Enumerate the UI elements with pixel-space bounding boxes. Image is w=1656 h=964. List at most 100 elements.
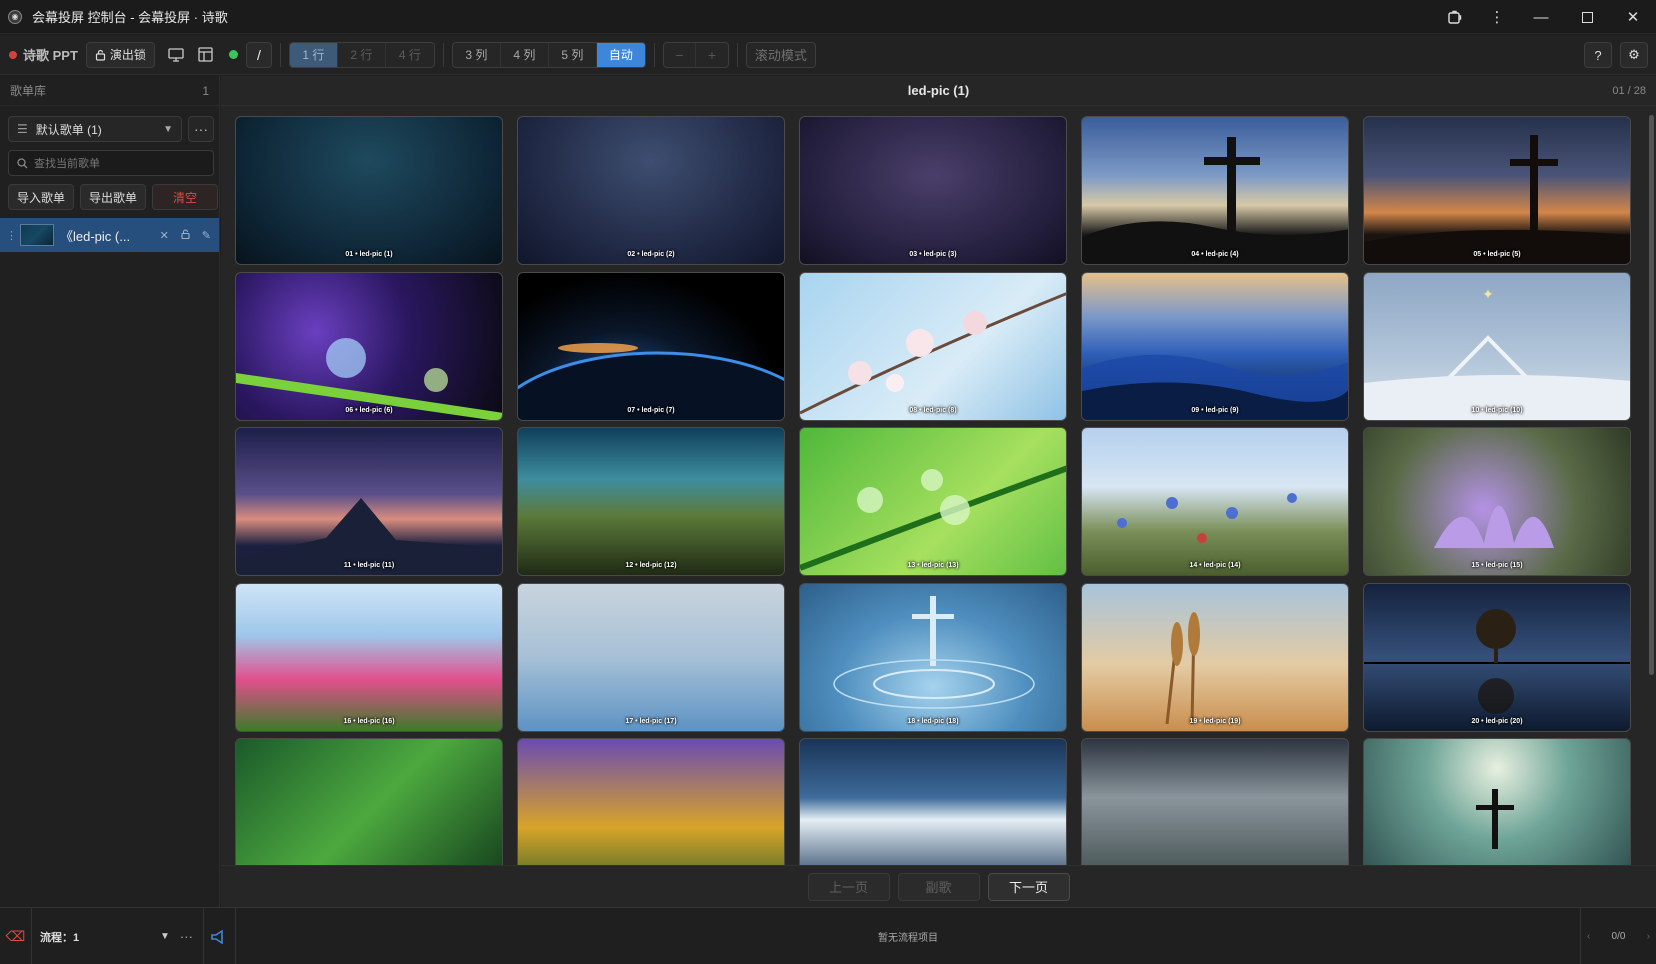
slide-thumbnail[interactable]: 02 • led-pic (2) [517,116,785,265]
slide-thumbnail[interactable]: 04 • led-pic (4) [1081,116,1349,265]
slide-thumbnail[interactable] [799,738,1067,865]
performance-lock-button[interactable]: 演出锁 [85,41,155,68]
lock-icon [95,49,106,61]
chorus-button[interactable]: 副歌 [897,872,980,901]
flow-more-button[interactable]: ··· [180,929,193,944]
lock-label: 演出锁 [109,48,146,62]
playlist-sidebar: 歌单库 1 ☰ 默认歌单 (1) ▼ ··· 查找当前歌单 导入歌单 导出歌单 … [0,76,220,907]
flow-next-icon[interactable]: › [1647,931,1650,942]
slide-caption: 12 • led-pic (12) [625,562,677,569]
rows-option-4[interactable]: 4 行 [386,43,434,67]
slide-thumbnail[interactable] [235,738,503,865]
search-placeholder: 查找当前歌单 [34,158,100,170]
clear-flow-icon[interactable]: ⌫ [0,908,32,964]
slide-thumbnail[interactable]: 07 • led-pic (7) [517,272,785,421]
slash-button[interactable]: / [245,41,272,68]
pager: 上一页 副歌 下一页 [221,865,1656,907]
flow-prev-icon[interactable]: ‹ [1587,931,1590,942]
slide-thumbnail[interactable]: 19 • led-pic (19) [1081,583,1349,732]
prev-page-button[interactable]: 上一页 [807,872,890,901]
slide-thumbnail[interactable] [517,738,785,865]
slide-thumbnail[interactable]: ✦ 10 • led-pic (10) [1363,272,1631,421]
playlist-search-input[interactable]: 查找当前歌单 [8,150,214,176]
playlist-dropdown[interactable]: ☰ 默认歌单 (1) ▼ [8,116,182,142]
slide-thumbnail[interactable]: 05 • led-pic (5) [1363,116,1631,265]
slide-caption: 13 • led-pic (13) [907,562,959,569]
maximize-button[interactable] [1564,0,1610,34]
slide-caption: 14 • led-pic (14) [1189,562,1241,569]
title-bar: ◉ 会幕投屏 控制台 - 会幕投屏 · 诗歌 ⋮ — ✕ [0,0,1656,34]
slide-thumbnail[interactable]: 06 • led-pic (6) [235,272,503,421]
slide-counter: 01 / 28 [1612,84,1646,97]
slide-thumbnail[interactable]: 18 • led-pic (18) [799,583,1067,732]
slide-thumbnail[interactable]: 03 • led-pic (3) [799,116,1067,265]
slide-thumbnail[interactable]: 20 • led-pic (20) [1363,583,1631,732]
slide-caption: 01 • led-pic (1) [345,251,393,258]
drag-handle-icon[interactable]: ⋮ [6,229,17,242]
app-logo-icon: ◉ [8,9,22,24]
slide-caption: 17 • led-pic (17) [625,718,677,725]
slide-caption: 15 • led-pic (15) [1471,562,1523,569]
slide-thumbnail[interactable]: 11 • led-pic (11) [235,427,503,576]
next-page-button[interactable]: 下一页 [987,872,1070,901]
broadcast-icon[interactable] [202,908,233,964]
main-toolbar: 诗歌 PPT 演出锁 / 1 行 2 行 4 行 3 列 4 列 5 列 自动 … [0,35,1656,75]
slide-panel: led-pic (1) 01 / 28 01 • led-pic (1) 02 … [221,76,1656,865]
slide-caption: 20 • led-pic (20) [1471,718,1523,725]
slide-thumbnail[interactable]: 17 • led-pic (17) [517,583,785,732]
monitor-icon[interactable] [163,42,189,68]
help-button[interactable]: ? [1584,42,1612,68]
zoom-in-button[interactable]: + [696,43,728,67]
slide-thumbnail[interactable]: 13 • led-pic (13) [799,427,1067,576]
scrollbar[interactable] [1649,115,1654,675]
divider [653,42,655,67]
cols-option-4[interactable]: 4 列 [501,42,549,67]
slide-caption: 09 • led-pic (9) [1191,407,1239,414]
cols-option-3[interactable]: 3 列 [453,42,501,67]
unlock-icon[interactable] [181,228,190,242]
cols-option-5[interactable]: 5 列 [549,42,597,67]
extension-icon[interactable] [1434,0,1476,34]
slide-thumbnail[interactable]: 09 • led-pic (9) [1081,272,1349,421]
divider [442,42,444,67]
layout-icon[interactable] [193,42,219,68]
song-heading: led-pic (1) [907,83,970,98]
slide-caption: 19 • led-pic (19) [1189,718,1241,725]
export-playlist-button[interactable]: 导出歌单 [80,184,146,210]
clear-playlist-button[interactable]: 清空 [152,184,218,210]
slide-caption: 11 • led-pic (11) [343,562,395,569]
connection-status-icon [228,50,238,59]
remove-icon[interactable]: ✕ [160,229,169,242]
playlist-more-button[interactable]: ··· [188,116,214,142]
kebab-menu-icon[interactable]: ⋮ [1476,0,1518,34]
slide-thumbnail[interactable]: 16 • led-pic (16) [235,583,503,732]
flow-selector[interactable]: 流程：1 [40,929,160,945]
list-item[interactable]: ⋮ 《led-pic (... ✕ ✎ [0,218,219,252]
rows-option-2[interactable]: 2 行 [338,42,386,67]
zoom-out-button[interactable]: − [664,42,696,67]
flow-bar: ⌫ 流程：1 ▼ ··· 暂无流程项目 ‹ 0/0 › [0,907,1656,964]
slide-thumbnail[interactable] [1081,738,1349,865]
slide-thumbnail[interactable] [1363,738,1631,865]
minimize-button[interactable]: — [1518,0,1564,34]
rows-option-1[interactable]: 1 行 [289,42,338,67]
chevron-down-icon[interactable]: ▼ [160,931,170,942]
mode-name: 诗歌 PPT [23,48,78,63]
slide-grid: 01 • led-pic (1) 02 • led-pic (2) 03 • l… [221,107,1656,865]
slide-thumbnail[interactable]: 14 • led-pic (14) [1081,427,1349,576]
scroll-mode-button[interactable]: 滚动模式 [745,41,816,68]
cols-option-auto[interactable]: 自动 [596,42,645,67]
settings-gear-icon[interactable]: ⚙ [1620,42,1648,68]
live-indicator-icon [9,50,17,59]
window-title: 会幕投屏 控制台 - 会幕投屏 · 诗歌 [32,10,228,25]
slide-thumbnail[interactable]: 01 • led-pic (1) [235,116,503,265]
flow-count: 0/0 [1611,931,1626,942]
slide-caption: 06 • led-pic (6) [345,407,393,414]
import-playlist-button[interactable]: 导入歌单 [8,184,74,210]
slide-caption: 05 • led-pic (5) [1473,251,1521,258]
edit-pencil-icon[interactable]: ✎ [202,229,211,242]
close-window-button[interactable]: ✕ [1610,0,1656,34]
slide-thumbnail[interactable]: 15 • led-pic (15) [1363,427,1631,576]
slide-thumbnail[interactable]: 12 • led-pic (12) [517,427,785,576]
slide-thumbnail[interactable]: 08 • led-pic (8) [799,272,1067,421]
